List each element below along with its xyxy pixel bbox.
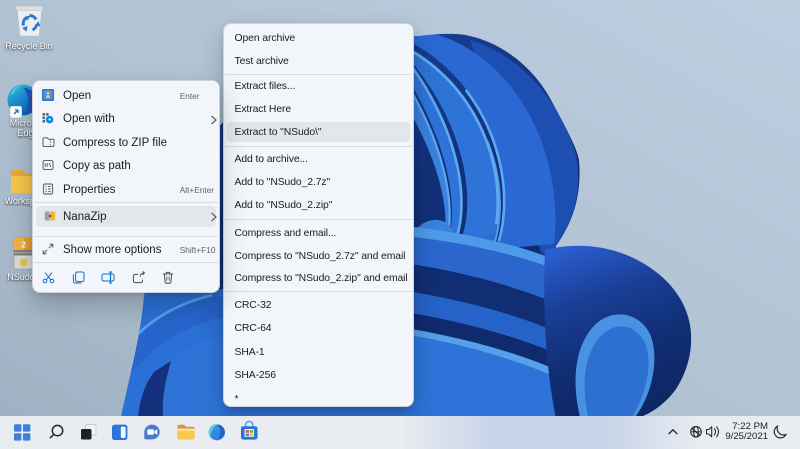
svg-text:2: 2 <box>21 240 26 250</box>
